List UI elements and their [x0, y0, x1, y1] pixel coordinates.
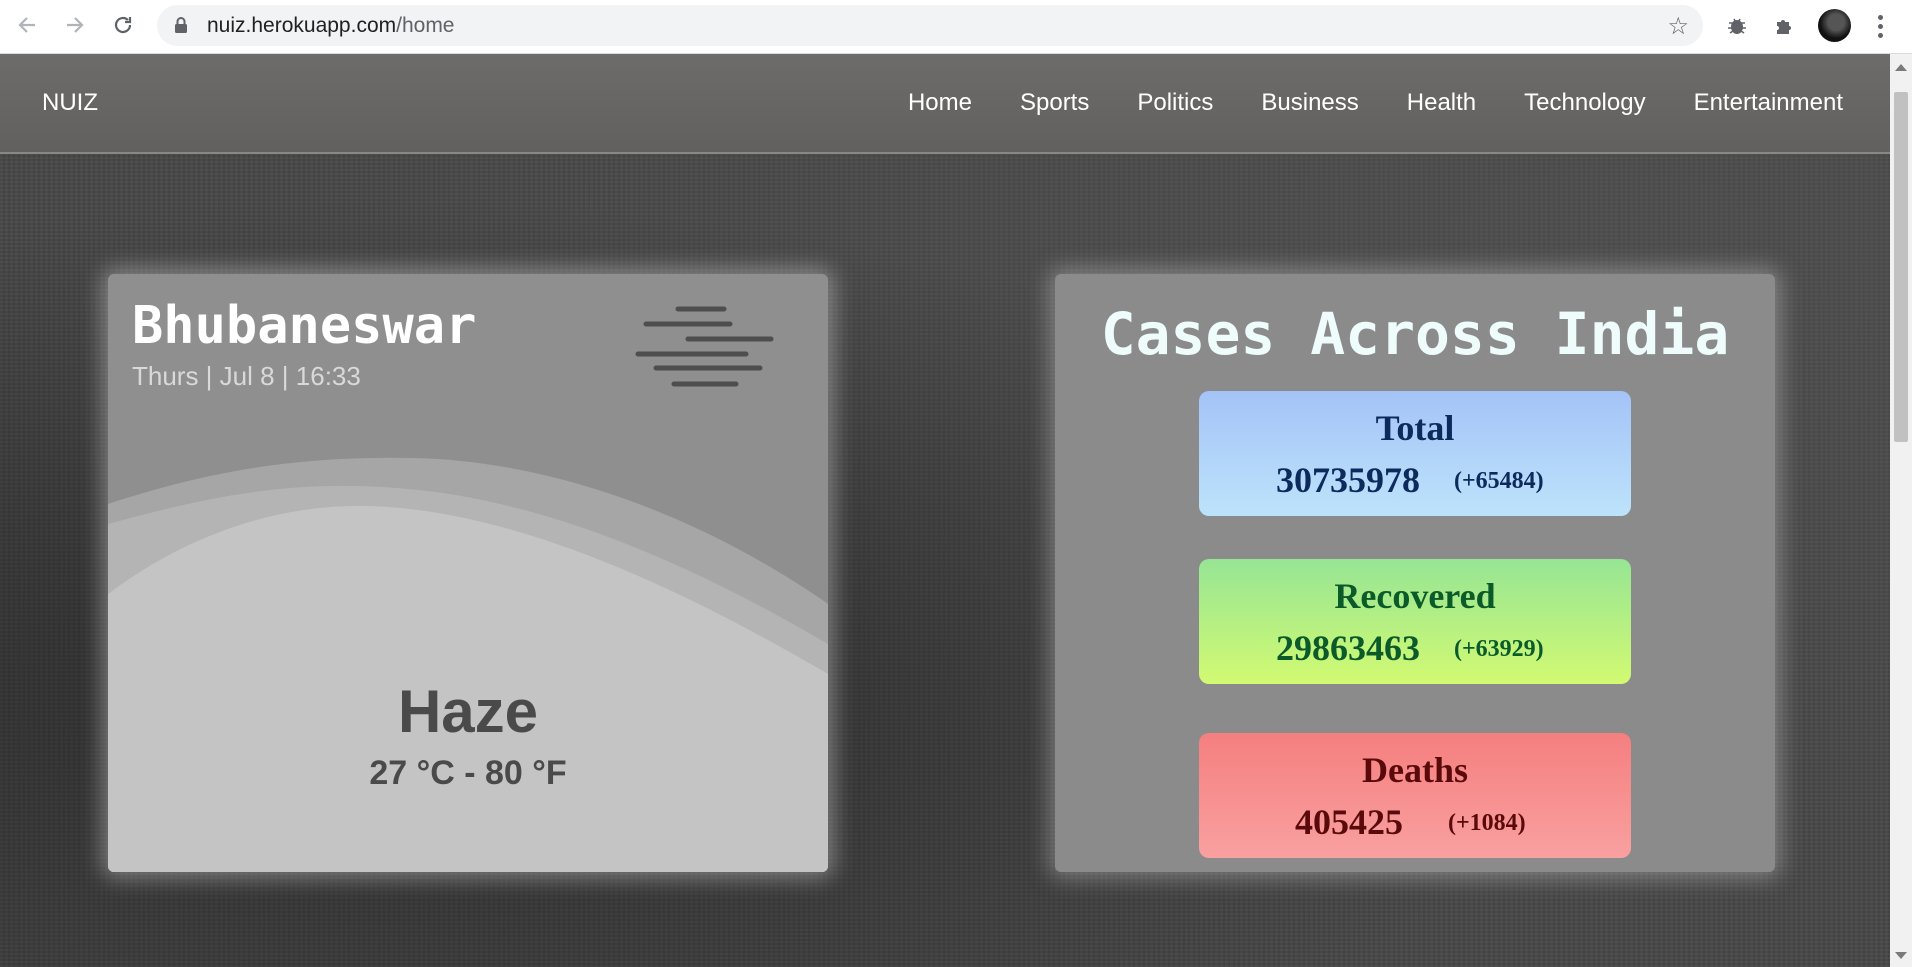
recovered-cases-label: Recovered: [1334, 576, 1496, 616]
nav-links: Home Sports Politics Business Health Tec…: [908, 54, 1843, 152]
url-host: nuiz.herokuapp.com: [207, 14, 397, 37]
reload-button[interactable]: [106, 8, 140, 42]
brand-logo[interactable]: NUIZ: [42, 54, 98, 152]
avatar[interactable]: [1818, 9, 1851, 42]
weather-condition: Haze: [397, 678, 539, 745]
nav-link-home[interactable]: Home: [908, 89, 972, 117]
total-cases-delta: (+65484): [1454, 468, 1544, 494]
puzzle-icon[interactable]: [1769, 10, 1801, 42]
weather-temperature: 27 °C - 80 °F: [369, 754, 567, 792]
page-viewport: NUIZ Home Sports Politics Business Healt…: [0, 54, 1890, 967]
url-path: /home: [396, 14, 455, 37]
scrollbar-thumb[interactable]: [1894, 92, 1908, 442]
site-navbar: NUIZ Home Sports Politics Business Healt…: [0, 54, 1890, 154]
nav-link-sports[interactable]: Sports: [1020, 89, 1089, 117]
recovered-cases-box: Recovered 29863463 (+63929): [1199, 559, 1631, 684]
arrow-left-icon: [18, 17, 35, 33]
kebab-menu-icon[interactable]: [1868, 10, 1892, 42]
forward-button[interactable]: [58, 8, 92, 42]
bug-icon[interactable]: [1721, 10, 1753, 42]
nav-link-health[interactable]: Health: [1407, 89, 1476, 117]
lock-icon[interactable]: [175, 17, 187, 33]
back-button[interactable]: [10, 8, 44, 42]
deaths-label: Deaths: [1362, 750, 1468, 790]
recovered-cases-delta: (+63929): [1454, 636, 1544, 662]
total-cases-box: Total 30735978 (+65484): [1199, 391, 1631, 516]
url-text: nuiz.herokuapp.com/home: [207, 5, 455, 46]
nav-link-business[interactable]: Business: [1261, 89, 1358, 117]
deaths-delta: (+1084): [1448, 810, 1526, 836]
star-icon[interactable]: ☆: [1667, 12, 1689, 40]
scroll-up-arrow-icon[interactable]: [1895, 64, 1907, 71]
recovered-cases-count: 29863463: [1276, 628, 1420, 668]
scroll-down-arrow-icon[interactable]: [1895, 952, 1907, 959]
nav-link-technology[interactable]: Technology: [1524, 89, 1645, 117]
haze-icon: [635, 306, 774, 387]
nav-link-politics[interactable]: Politics: [1137, 89, 1213, 117]
address-bar[interactable]: nuiz.herokuapp.com/home ☆: [157, 5, 1703, 46]
reload-icon: [114, 16, 132, 34]
weather-datetime: Thurs | Jul 8 | 16:33: [132, 361, 361, 391]
nav-link-entertainment[interactable]: Entertainment: [1694, 89, 1843, 117]
total-cases-count: 30735978: [1276, 460, 1420, 500]
weather-city: Bhubaneswar: [132, 296, 477, 356]
weather-card: Bhubaneswar Thurs | Jul 8 | 16:33 Haze 2…: [108, 274, 828, 872]
page-scrollbar[interactable]: [1890, 54, 1912, 967]
covid-stats-card: Cases Across India Total 30735978 (+6548…: [1055, 274, 1775, 872]
browser-toolbar: nuiz.herokuapp.com/home ☆: [0, 0, 1912, 54]
covid-heading: Cases Across India: [1100, 300, 1730, 368]
arrow-right-icon: [67, 17, 84, 33]
deaths-count: 405425: [1295, 802, 1403, 842]
total-cases-label: Total: [1375, 408, 1455, 448]
deaths-box: Deaths 405425 (+1084): [1199, 733, 1631, 858]
